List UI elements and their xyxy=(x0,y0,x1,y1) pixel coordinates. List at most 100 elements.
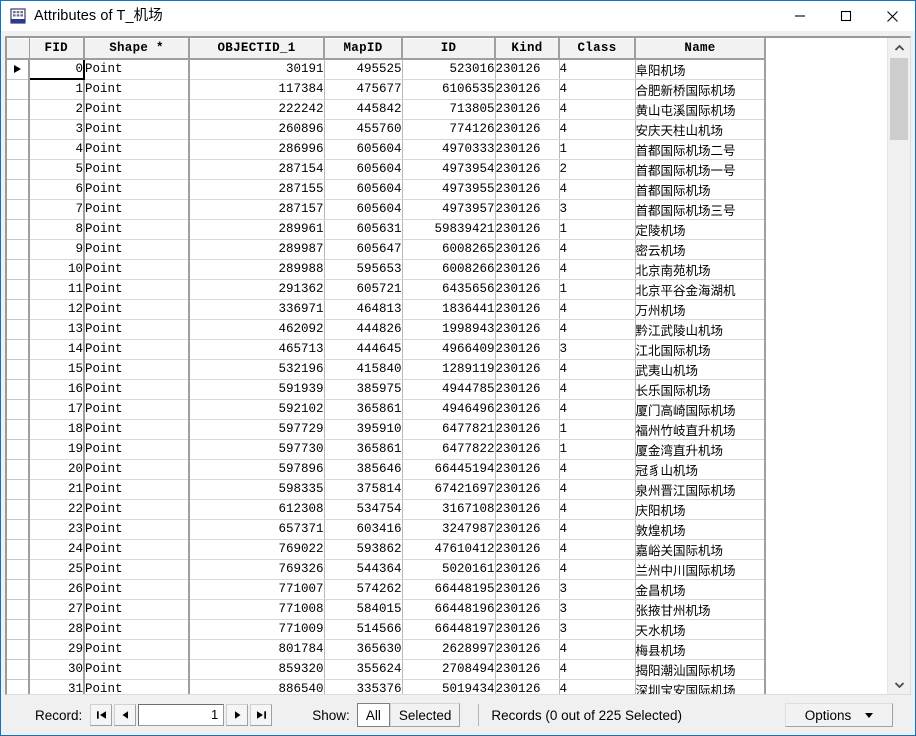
cell-shape[interactable]: Point xyxy=(84,299,189,319)
cell-class[interactable]: 4 xyxy=(559,359,635,379)
cell-mapid[interactable]: 375814 xyxy=(324,479,402,499)
cell-shape[interactable]: Point xyxy=(84,479,189,499)
cell-id[interactable]: 47610412 xyxy=(402,539,495,559)
cell-objectid-1[interactable]: 462092 xyxy=(189,319,324,339)
table-row[interactable]: 19Point59773036586164778222301261厦金湾直升机场 xyxy=(7,439,765,459)
table-row[interactable]: 29Point80178436563026289972301264梅县机场 xyxy=(7,639,765,659)
cell-id[interactable]: 6477822 xyxy=(402,439,495,459)
row-selector[interactable] xyxy=(7,139,29,159)
cell-kind[interactable]: 230126 xyxy=(495,139,559,159)
row-selector[interactable] xyxy=(7,99,29,119)
show-all-button[interactable]: All xyxy=(357,703,390,727)
cell-class[interactable]: 1 xyxy=(559,439,635,459)
cell-fid[interactable]: 11 xyxy=(29,279,84,299)
cell-id[interactable]: 66448196 xyxy=(402,599,495,619)
cell-name[interactable]: 黄山屯溪国际机场 xyxy=(635,99,765,119)
cell-kind[interactable]: 230126 xyxy=(495,219,559,239)
cell-kind[interactable]: 230126 xyxy=(495,199,559,219)
row-selector[interactable] xyxy=(7,399,29,419)
cell-fid[interactable]: 13 xyxy=(29,319,84,339)
row-selector[interactable] xyxy=(7,499,29,519)
cell-fid[interactable]: 10 xyxy=(29,259,84,279)
header-id[interactable]: ID xyxy=(402,39,495,59)
row-selector[interactable] xyxy=(7,419,29,439)
cell-objectid-1[interactable]: 286996 xyxy=(189,139,324,159)
next-record-button[interactable] xyxy=(226,704,248,726)
cell-class[interactable]: 4 xyxy=(559,99,635,119)
cell-fid[interactable]: 9 xyxy=(29,239,84,259)
cell-fid[interactable]: 31 xyxy=(29,679,84,694)
row-selector[interactable] xyxy=(7,259,29,279)
cell-objectid-1[interactable]: 591939 xyxy=(189,379,324,399)
cell-shape[interactable]: Point xyxy=(84,599,189,619)
row-selector[interactable] xyxy=(7,659,29,679)
cell-mapid[interactable]: 605604 xyxy=(324,159,402,179)
header-name[interactable]: Name xyxy=(635,39,765,59)
cell-mapid[interactable]: 355624 xyxy=(324,659,402,679)
cell-fid[interactable]: 8 xyxy=(29,219,84,239)
cell-shape[interactable]: Point xyxy=(84,239,189,259)
cell-shape[interactable]: Point xyxy=(84,539,189,559)
row-selector[interactable] xyxy=(7,219,29,239)
row-selector[interactable] xyxy=(7,579,29,599)
cell-id[interactable]: 713805 xyxy=(402,99,495,119)
cell-mapid[interactable]: 605604 xyxy=(324,179,402,199)
table-row[interactable]: 12Point33697146481318364412301264万州机场 xyxy=(7,299,765,319)
cell-name[interactable]: 武夷山机场 xyxy=(635,359,765,379)
row-selector[interactable] xyxy=(7,519,29,539)
cell-class[interactable]: 1 xyxy=(559,219,635,239)
cell-fid[interactable]: 1 xyxy=(29,79,84,99)
table-row[interactable]: 1Point11738447567761065352301264合肥新桥国际机场 xyxy=(7,79,765,99)
cell-class[interactable]: 3 xyxy=(559,579,635,599)
cell-name[interactable]: 北京南苑机场 xyxy=(635,259,765,279)
cell-class[interactable]: 3 xyxy=(559,619,635,639)
table-row[interactable]: 5Point28715460560449739542301262首都国际机场一号 xyxy=(7,159,765,179)
show-selected-button[interactable]: Selected xyxy=(390,703,461,727)
table-row[interactable]: 17Point59210236586149464962301264厦门高崎国际机… xyxy=(7,399,765,419)
close-button[interactable] xyxy=(869,1,915,31)
cell-id[interactable]: 5019434 xyxy=(402,679,495,694)
cell-kind[interactable]: 230126 xyxy=(495,479,559,499)
cell-name[interactable]: 安庆天柱山机场 xyxy=(635,119,765,139)
cell-mapid[interactable]: 385975 xyxy=(324,379,402,399)
last-record-button[interactable] xyxy=(250,704,272,726)
cell-class[interactable]: 4 xyxy=(559,259,635,279)
cell-kind[interactable]: 230126 xyxy=(495,119,559,139)
table-row[interactable]: 4Point28699660560449703332301261首都国际机场二号 xyxy=(7,139,765,159)
cell-objectid-1[interactable]: 222242 xyxy=(189,99,324,119)
cell-kind[interactable]: 230126 xyxy=(495,339,559,359)
cell-kind[interactable]: 230126 xyxy=(495,59,559,80)
row-selector[interactable] xyxy=(7,379,29,399)
cell-name[interactable]: 定陵机场 xyxy=(635,219,765,239)
cell-class[interactable]: 4 xyxy=(559,679,635,694)
table-row[interactable]: 15Point53219641584012891192301264武夷山机场 xyxy=(7,359,765,379)
cell-fid[interactable]: 15 xyxy=(29,359,84,379)
cell-kind[interactable]: 230126 xyxy=(495,299,559,319)
cell-fid[interactable]: 28 xyxy=(29,619,84,639)
cell-id[interactable]: 3167108 xyxy=(402,499,495,519)
cell-mapid[interactable]: 605604 xyxy=(324,139,402,159)
cell-mapid[interactable]: 605647 xyxy=(324,239,402,259)
cell-shape[interactable]: Point xyxy=(84,399,189,419)
table-row[interactable]: 28Point771009514566664481972301263天水机场 xyxy=(7,619,765,639)
cell-name[interactable]: 嘉峪关国际机场 xyxy=(635,539,765,559)
cell-mapid[interactable]: 605721 xyxy=(324,279,402,299)
cell-name[interactable]: 揭阳潮汕国际机场 xyxy=(635,659,765,679)
cell-fid[interactable]: 23 xyxy=(29,519,84,539)
cell-name[interactable]: 阜阳机场 xyxy=(635,59,765,80)
table-row[interactable]: 18Point59772939591064778212301261福州竹岐直升机… xyxy=(7,419,765,439)
cell-id[interactable]: 6008265 xyxy=(402,239,495,259)
cell-kind[interactable]: 230126 xyxy=(495,319,559,339)
cell-objectid-1[interactable]: 657371 xyxy=(189,519,324,539)
first-record-button[interactable] xyxy=(90,704,112,726)
options-button[interactable]: Options xyxy=(785,703,893,727)
cell-mapid[interactable]: 444826 xyxy=(324,319,402,339)
cell-name[interactable]: 金昌机场 xyxy=(635,579,765,599)
row-selector[interactable] xyxy=(7,539,29,559)
cell-fid[interactable]: 24 xyxy=(29,539,84,559)
cell-id[interactable]: 59839421 xyxy=(402,219,495,239)
cell-id[interactable]: 6477821 xyxy=(402,419,495,439)
cell-shape[interactable]: Point xyxy=(84,119,189,139)
cell-shape[interactable]: Point xyxy=(84,179,189,199)
cell-fid[interactable]: 29 xyxy=(29,639,84,659)
